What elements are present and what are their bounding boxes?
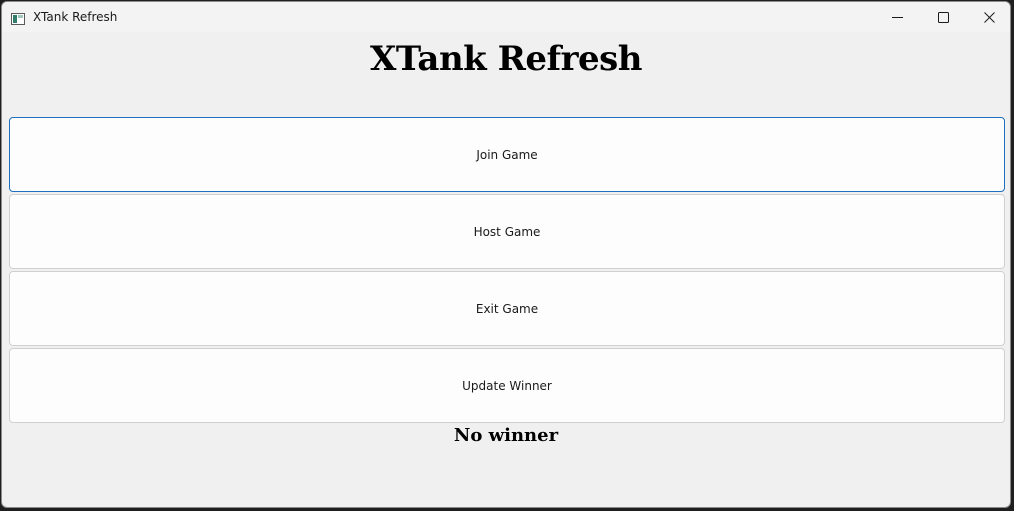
winner-status: No winner <box>453 425 559 446</box>
update-winner-button[interactable]: Update Winner <box>9 348 1005 423</box>
close-icon <box>983 8 995 27</box>
window-title: XTank Refresh <box>33 10 118 24</box>
app-window: XTank Refresh XTank Refresh Join Game Ho… <box>1 1 1011 508</box>
host-game-button[interactable]: Host Game <box>9 194 1005 269</box>
exit-game-label: Exit Game <box>475 301 539 316</box>
join-game-label: Join Game <box>476 147 538 162</box>
host-game-label: Host Game <box>473 224 541 239</box>
app-icon <box>11 10 25 25</box>
exit-game-button[interactable]: Exit Game <box>9 271 1005 346</box>
close-button[interactable] <box>966 2 1010 32</box>
maximize-icon <box>937 8 949 27</box>
title-bar[interactable]: XTank Refresh <box>2 2 1010 32</box>
page-title: XTank Refresh <box>370 39 643 79</box>
join-game-button[interactable]: Join Game <box>9 117 1005 192</box>
update-winner-label: Update Winner <box>462 378 552 393</box>
minimize-button[interactable] <box>874 2 920 32</box>
minimize-icon <box>891 8 903 27</box>
maximize-button[interactable] <box>920 2 966 32</box>
